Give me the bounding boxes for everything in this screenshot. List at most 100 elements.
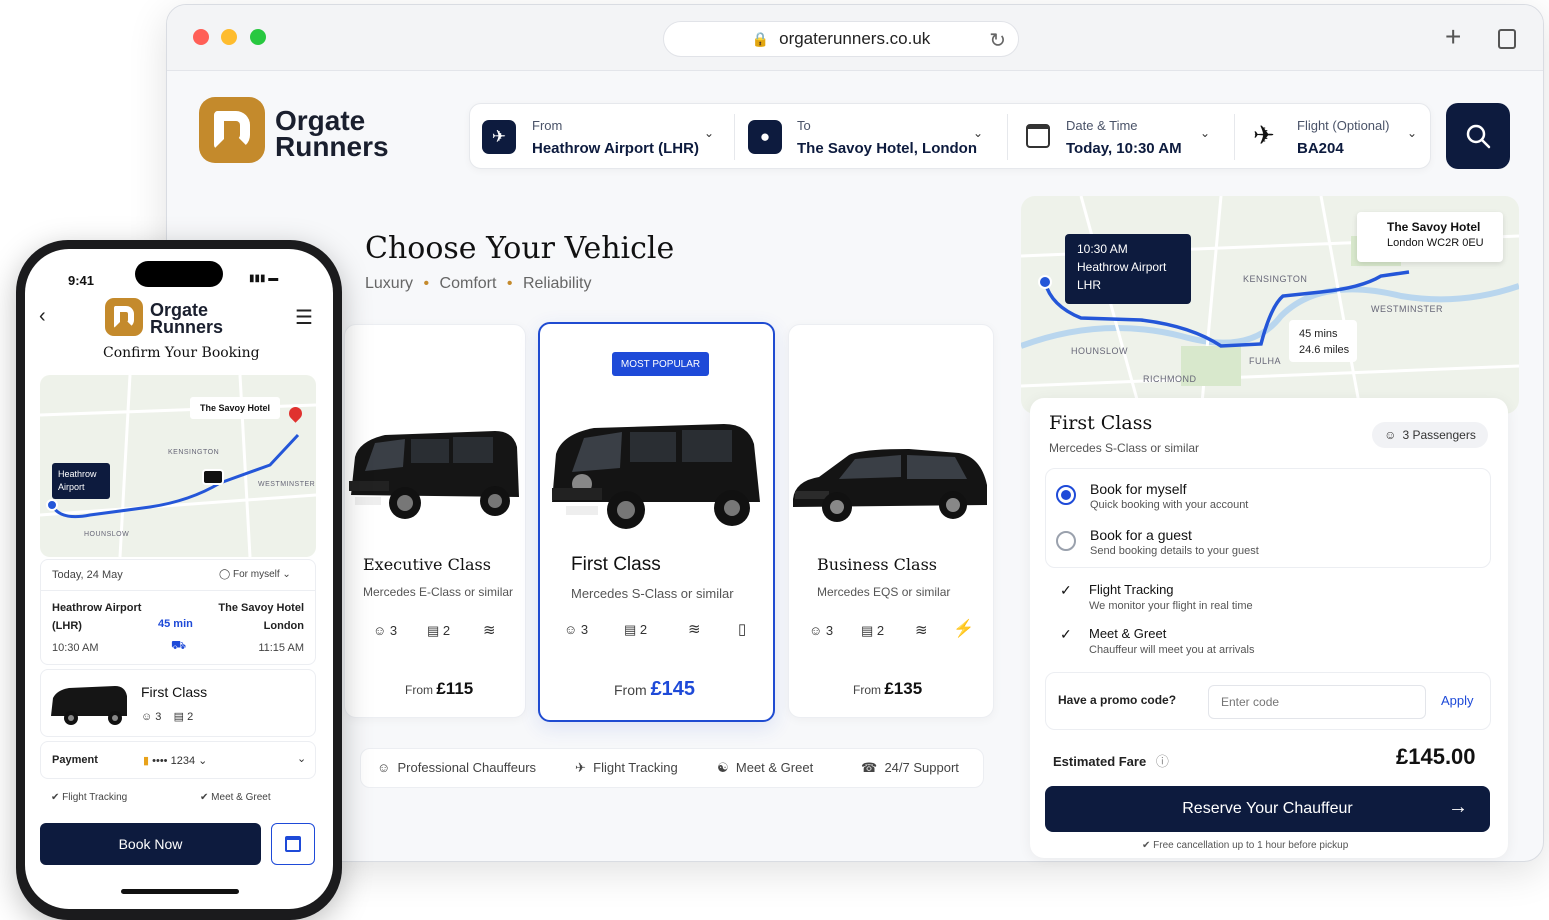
logo-text-line2: Runners: [275, 131, 389, 162]
url-text: orgaterunners.co.uk: [779, 29, 931, 48]
feature-item: ☺ Professional Chauffeurs: [377, 760, 537, 775]
arrow-right-icon: →: [1448, 796, 1468, 818]
luggage-icon: ▤: [427, 623, 440, 638]
to-value: The Savoy Hotel, London: [797, 140, 978, 157]
trip-search-bar: ✈ From Heathrow Airport (LHR) ⌄ ● To The…: [469, 103, 1431, 169]
option-subtitle: Quick booking with your account: [1090, 499, 1249, 511]
map-area-label: KENSINGTON: [1243, 274, 1308, 284]
phone-screen: 9:41 ▮▮▮ ▬ ‹ ☰ Orgate Runners Confirm Yo…: [25, 249, 333, 909]
luggage-count: 2: [639, 622, 648, 637]
booking-panel: First Class Mercedes S-Class or similar …: [1030, 398, 1508, 858]
date-time-field[interactable]: Date & Time Today, 10:30 AM ⌄: [1008, 104, 1234, 170]
luggage-icon: ▤: [173, 711, 185, 723]
chevron-down-icon: ⌄: [973, 126, 984, 140]
reload-icon[interactable]: ↻: [989, 28, 1006, 53]
payment-row[interactable]: Payment ▮ •••• 1234 ⌄ ⌄: [40, 741, 316, 779]
vehicle-card-business[interactable]: Business Class Mercedes EQS or similar ☺…: [788, 324, 994, 718]
signal-battery-icon: ▮▮▮ ▬: [249, 273, 279, 284]
radio-book-guest[interactable]: [1056, 531, 1076, 551]
promo-apply-button[interactable]: Apply: [1441, 693, 1474, 708]
fare-label: Estimated Fare ⓘ: [1053, 754, 1169, 769]
date-label: Date & Time: [1066, 118, 1138, 133]
maximize-window-button[interactable]: [250, 29, 266, 45]
calendar-icon: [285, 836, 301, 852]
vehicle-summary-card[interactable]: First Class ☺ 3 ▤ 2: [40, 669, 316, 737]
flight-label: Flight (Optional): [1297, 118, 1390, 133]
check-circle-icon: ✔: [200, 792, 209, 803]
luggage-count: 2: [876, 623, 885, 638]
passengers-chip[interactable]: ☺ 3 Passengers: [1372, 422, 1488, 448]
service-subtitle: Chauffeur will meet you at arrivals: [1089, 644, 1255, 656]
close-window-button[interactable]: [193, 29, 209, 45]
passenger-count: 3: [389, 623, 398, 638]
map-area-label: WESTMINSTER: [258, 481, 316, 488]
vehicle-name: Executive Class: [363, 555, 491, 574]
car-marker-icon: [202, 469, 224, 485]
search-button[interactable]: [1446, 103, 1510, 169]
vehicle-model: Mercedes EQS or similar: [817, 585, 951, 599]
phone-logo: Orgate Runners: [105, 298, 235, 338]
wifi-icon: ≋: [915, 622, 928, 639]
radio-book-myself[interactable]: [1056, 485, 1076, 505]
dropoff-info-card: The Savoy Hotel London WC2R 0EU: [1357, 212, 1503, 262]
first-class-van-image: [552, 424, 760, 529]
water-bottle-icon: ▯: [738, 621, 747, 638]
vehicle-name: First Class: [571, 554, 661, 575]
book-now-button[interactable]: Book Now: [40, 823, 261, 865]
passenger-icon: ☺: [373, 623, 387, 638]
vehicle-card-executive[interactable]: Executive Class Mercedes E-Class or simi…: [344, 324, 526, 718]
passenger-icon: ☺: [809, 623, 823, 638]
reserve-chauffeur-button[interactable]: Reserve Your Chauffeur →: [1045, 786, 1490, 832]
minimize-window-button[interactable]: [221, 29, 237, 45]
dynamic-island: [135, 261, 223, 287]
for-whom-dropdown[interactable]: ◯ For myself ⌄: [219, 569, 291, 580]
from-field[interactable]: ✈ From Heathrow Airport (LHR) ⌄: [470, 104, 734, 170]
option-title: Book for myself: [1090, 481, 1187, 497]
phone-route-map[interactable]: The Savoy Hotel Heathrow Airport KENSING…: [40, 375, 316, 557]
confirm-heading: Confirm Your Booking: [103, 345, 260, 361]
map-area-label: WESTMINSTER: [1371, 304, 1443, 314]
chevron-down-icon: ⌄: [1407, 126, 1418, 140]
service-title: Flight Tracking: [1089, 582, 1174, 597]
vehicle-card-first-class[interactable]: MOST POPULAR First Class Mercedes S-Clas…: [538, 322, 775, 722]
vehicle-price: From £135: [853, 679, 923, 698]
to-label: To: [797, 118, 811, 133]
service-title: Meet & Greet: [1089, 626, 1167, 641]
route-map[interactable]: 10:30 AM Heathrow Airport LHR The Savoy Ho…: [1021, 196, 1519, 414]
vehicle-model: Mercedes S-Class or similar: [571, 586, 734, 601]
calendar-button[interactable]: [271, 823, 315, 865]
airplane-icon: ✈: [575, 760, 586, 775]
address-bar[interactable]: 🔒 orgaterunners.co.uk ↻: [663, 21, 1019, 57]
site-logo[interactable]: Orgate Runners: [199, 97, 399, 167]
service-subtitle: We monitor your flight in real time: [1089, 600, 1253, 612]
flight-field[interactable]: ✈ Flight (Optional) BA204 ⌄: [1235, 104, 1431, 170]
check-circle-icon: ✔: [1142, 840, 1151, 851]
to-field[interactable]: ● To The Savoy Hotel, London ⌄: [735, 104, 1007, 170]
trip-summary-card: Today, 24 May ◯ For myself ⌄ Heathrow Ai…: [40, 559, 316, 665]
check-icon: ✓: [1060, 582, 1072, 598]
option-subtitle: Send booking details to your guest: [1090, 545, 1259, 557]
vehicles-title: Choose Your Vehicle: [365, 231, 675, 266]
promo-code-input[interactable]: [1208, 685, 1426, 719]
feature-item: ☎ 24/7 Support: [861, 760, 959, 775]
pickup-info-card: 10:30 AM Heathrow Airport LHR: [1065, 234, 1191, 304]
wifi-icon: ≋: [688, 621, 701, 638]
home-indicator: [121, 889, 239, 894]
booking-model: Mercedes S-Class or similar: [1049, 441, 1200, 455]
promo-label: Have a promo code?: [1058, 693, 1177, 707]
check-icon: ✓: [1060, 626, 1072, 642]
option-title: Book for a guest: [1090, 527, 1192, 543]
phone-mockup: 9:41 ▮▮▮ ▬ ‹ ☰ Orgate Runners Confirm Yo…: [16, 240, 342, 920]
back-chevron-icon[interactable]: ‹: [39, 305, 46, 328]
passenger-count: 3: [825, 623, 834, 638]
location-pin-icon: ●: [748, 120, 782, 154]
map-area-label: RICHMOND: [1143, 374, 1197, 384]
card-icon: ▮: [143, 755, 150, 767]
van-thumbnail-image: [51, 686, 127, 725]
booking-for-options: Book for myself Quick booking with your …: [1045, 468, 1491, 568]
bookmarks-icon[interactable]: [1498, 29, 1516, 49]
map-area-label: FULHA: [1249, 356, 1282, 366]
menu-icon[interactable]: ☰: [295, 305, 313, 330]
new-tab-icon[interactable]: +: [1445, 21, 1461, 53]
wifi-icon: ≋: [483, 622, 496, 639]
